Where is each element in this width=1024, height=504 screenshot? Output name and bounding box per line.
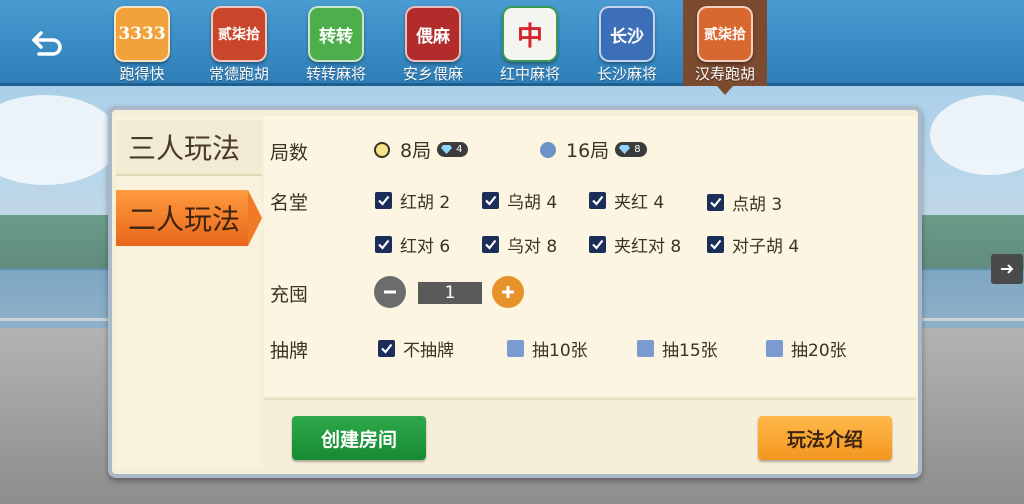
- diamond-icon: [441, 145, 453, 154]
- mingtang-option[interactable]: 红胡 2: [375, 188, 450, 213]
- checkbox-checked-icon: [589, 192, 606, 209]
- zhuanzhuan-mahjong-icon: 转转: [308, 6, 364, 62]
- game-tab-label: 长沙麻将: [596, 65, 657, 83]
- mingtang-option[interactable]: 夹红对 8: [589, 232, 681, 257]
- checkbox-checked-icon: [482, 192, 499, 209]
- draw-option[interactable]: 抽20张: [766, 336, 847, 361]
- plus-icon: [502, 286, 514, 298]
- option-label: 抽10张: [532, 341, 588, 361]
- option-label: 红胡 2: [400, 193, 451, 213]
- game-tab-zhuanzhuan-mahjong[interactable]: 转转 转转麻将: [294, 0, 378, 86]
- cost-badge: 4: [437, 142, 469, 157]
- checkbox-checked-icon: [482, 236, 499, 253]
- draw-option[interactable]: 不抽牌: [378, 336, 454, 361]
- decrement-button[interactable]: [374, 276, 406, 308]
- game-tab-changde-paohu[interactable]: 贰柒拾 常德跑胡: [197, 0, 281, 86]
- checkbox-checked-icon: [589, 236, 606, 253]
- arrow-right-icon: [1001, 264, 1014, 274]
- option-label: 抽20张: [791, 341, 847, 361]
- game-tab-hongzhong-mahjong[interactable]: 中 红中麻将: [488, 0, 572, 86]
- tab-two-player[interactable]: 二人玩法: [116, 190, 262, 246]
- cost-value: 8: [634, 144, 641, 155]
- game-tab-changsha-mahjong[interactable]: 长沙 长沙麻将: [585, 0, 669, 86]
- radio-unselected-icon: [540, 141, 556, 158]
- game-tab-label: 汉寿跑胡: [694, 65, 755, 83]
- rounds-option-16[interactable]: 16局 8: [540, 136, 647, 163]
- game-tab-label: 常德跑胡: [208, 65, 269, 83]
- checkbox-checked-icon: [378, 340, 395, 357]
- checkbox-unchecked-icon: [507, 340, 524, 357]
- option-label: 红对 6: [400, 237, 451, 257]
- option-label: 夹红对 8: [614, 237, 682, 257]
- hongzhong-mahjong-icon: 中: [502, 6, 558, 62]
- diamond-icon: [619, 145, 631, 154]
- rules-intro-button[interactable]: 玩法介绍: [758, 416, 892, 460]
- game-tab-label: 跑得快: [119, 65, 165, 83]
- cloud-decoration: [930, 95, 1024, 175]
- checkbox-checked-icon: [707, 236, 724, 253]
- increment-button[interactable]: [492, 276, 524, 308]
- draw-label: 抽牌: [270, 340, 309, 362]
- checkbox-checked-icon: [707, 194, 724, 211]
- option-label: 夹红 4: [614, 193, 665, 213]
- option-label: 抽15张: [662, 341, 718, 361]
- option-label: 不抽牌: [403, 341, 454, 361]
- rounds-label: 局数: [270, 142, 309, 164]
- game-nav-bar: 3333 跑得快 贰柒拾 常德跑胡 转转 转转麻将 偎麻 安乡偎麻 中 红中麻将…: [0, 0, 1024, 95]
- game-tab-anxiang-weima[interactable]: 偎麻 安乡偎麻: [391, 0, 475, 86]
- hanshou-paohu-icon: 贰柒拾: [697, 6, 753, 62]
- mingtang-option[interactable]: 对子胡 4: [707, 232, 799, 257]
- back-arrow-icon: [32, 31, 62, 56]
- mingtang-label: 名堂: [270, 192, 309, 214]
- draw-option[interactable]: 抽15张: [637, 336, 718, 361]
- mode-sidebar: 三人玩法 二人玩法: [116, 116, 262, 468]
- checkbox-checked-icon: [375, 236, 392, 253]
- cloud-decoration: [0, 95, 120, 185]
- paodekuai-icon: 3333: [114, 6, 170, 62]
- divider: [264, 398, 916, 400]
- minus-icon: [384, 290, 396, 294]
- expand-arrow-button[interactable]: [991, 254, 1023, 284]
- game-tab-label: 安乡偎麻: [402, 65, 463, 83]
- chongqiu-label: 充囤: [270, 284, 309, 306]
- chongqiu-value: 1: [418, 282, 482, 304]
- checkbox-unchecked-icon: [766, 340, 783, 357]
- radio-selected-icon: [374, 141, 390, 158]
- game-tab-label: 红中麻将: [499, 65, 560, 83]
- back-button[interactable]: [26, 26, 70, 62]
- cost-value: 4: [456, 144, 463, 155]
- draw-option[interactable]: 抽10张: [507, 336, 588, 361]
- game-tab-hanshou-paohu[interactable]: 贰柒拾 汉寿跑胡: [683, 0, 767, 95]
- settings-content: 局数 8局 4 16局 8 名堂 红胡 2 乌胡 4 夹红 4 点胡 3 红对 …: [264, 116, 916, 396]
- mingtang-option[interactable]: 夹红 4: [589, 188, 664, 213]
- mingtang-option[interactable]: 红对 6: [375, 232, 450, 257]
- option-label: 乌对 8: [507, 237, 558, 257]
- game-tab-label: 转转麻将: [305, 65, 366, 83]
- option-label: 点胡 3: [732, 195, 783, 215]
- rounds-option-label: 8局: [400, 140, 432, 162]
- option-label: 对子胡 4: [732, 237, 800, 257]
- create-room-button[interactable]: 创建房间: [292, 416, 426, 460]
- checkbox-checked-icon: [375, 192, 392, 209]
- changsha-mahjong-icon: 长沙: [599, 6, 655, 62]
- mingtang-option[interactable]: 乌对 8: [482, 232, 557, 257]
- cost-badge: 8: [615, 142, 647, 157]
- checkbox-unchecked-icon: [637, 340, 654, 357]
- mingtang-option[interactable]: 乌胡 4: [482, 188, 557, 213]
- anxiang-weima-icon: 偎麻: [405, 6, 461, 62]
- room-settings-panel: 三人玩法 二人玩法 局数 8局 4 16局 8 名堂 红胡 2 乌胡 4 夹红 …: [108, 106, 922, 478]
- changde-paohu-icon: 贰柒拾: [211, 6, 267, 62]
- mingtang-option[interactable]: 点胡 3: [707, 190, 782, 215]
- option-label: 乌胡 4: [507, 193, 558, 213]
- game-tab-paodekuai[interactable]: 3333 跑得快: [100, 0, 184, 86]
- tab-three-player[interactable]: 三人玩法: [116, 120, 262, 176]
- rounds-option-label: 16局: [566, 140, 610, 162]
- rounds-option-8[interactable]: 8局 4: [374, 136, 469, 163]
